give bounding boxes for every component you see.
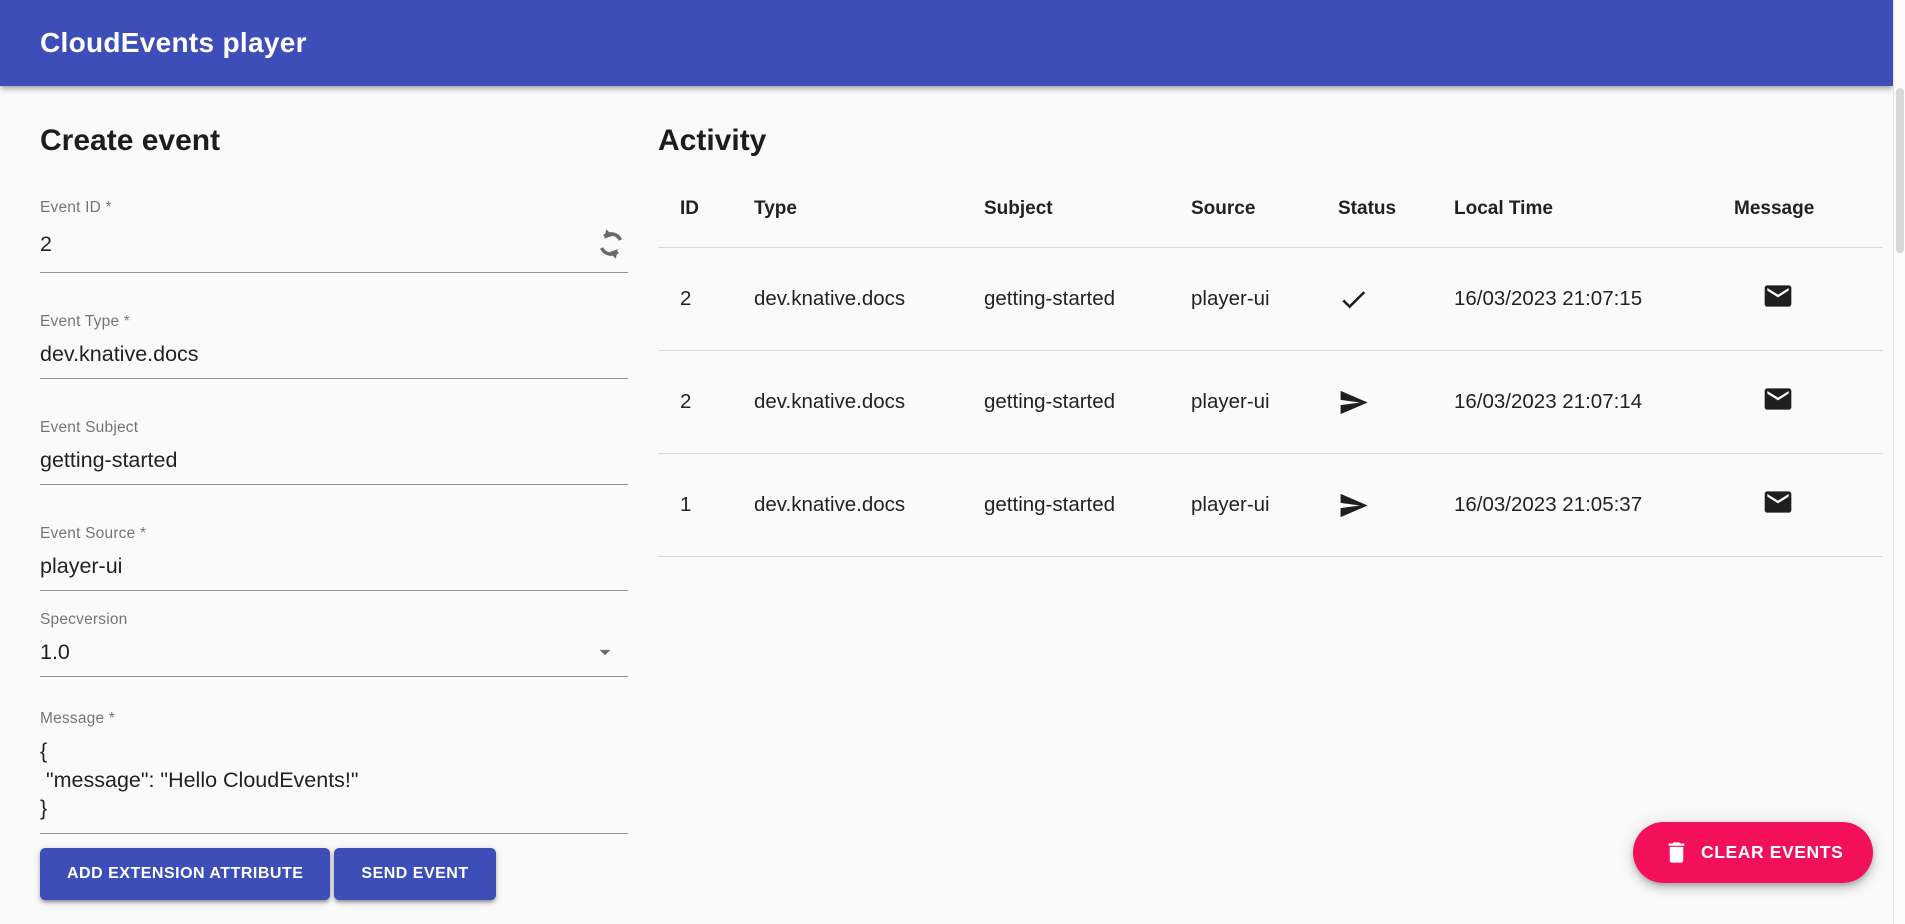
col-header-type: Type (754, 198, 984, 220)
clear-events-label: CLEAR EVENTS (1701, 842, 1843, 863)
chevron-down-icon (592, 639, 618, 665)
event-type-label: Event Type * (40, 313, 628, 331)
cell-type: dev.knative.docs (754, 390, 984, 414)
cell-subject: getting-started (984, 287, 1191, 311)
activity-panel: Activity ID Type Subject Source Status L… (658, 86, 1883, 900)
send-icon (1338, 490, 1369, 521)
cell-subject: getting-started (984, 493, 1191, 517)
specversion-label: Specversion (40, 611, 628, 629)
event-type-field: Event Type * dev.knative.docs (40, 313, 628, 379)
status-cell (1338, 284, 1454, 315)
cell-source: player-ui (1191, 287, 1338, 311)
create-event-panel: Create event Event ID * 2 E (40, 86, 628, 900)
check-icon (1338, 284, 1369, 315)
status-cell (1338, 490, 1454, 521)
sync-icon[interactable] (594, 227, 628, 261)
col-header-id: ID (680, 198, 754, 220)
col-header-subject: Subject (984, 198, 1191, 220)
col-header-source: Source (1191, 198, 1338, 220)
send-event-button[interactable]: SEND EVENT (334, 848, 495, 900)
event-type-input[interactable]: dev.knative.docs (40, 342, 628, 367)
table-row: 2 dev.knative.docs getting-started playe… (658, 248, 1883, 351)
event-id-label: Event ID * (40, 199, 628, 217)
cell-id: 2 (680, 390, 754, 414)
cell-local-time: 16/03/2023 21:05:37 (1454, 493, 1734, 517)
table-row: 1 dev.knative.docs getting-started playe… (658, 454, 1883, 557)
event-subject-field: Event Subject getting-started (40, 419, 628, 485)
event-source-input[interactable]: player-ui (40, 554, 628, 579)
cell-local-time: 16/03/2023 21:07:14 (1454, 390, 1734, 414)
specversion-value: 1.0 (40, 640, 592, 665)
event-id-field: Event ID * 2 (40, 199, 628, 273)
cell-id: 1 (680, 493, 754, 517)
activity-heading: Activity (658, 123, 1883, 159)
event-source-label: Event Source * (40, 525, 628, 543)
email-icon[interactable] (1762, 383, 1794, 415)
activity-table: ID Type Subject Source Status Local Time… (658, 170, 1883, 557)
table-row: 2 dev.knative.docs getting-started playe… (658, 351, 1883, 454)
specversion-select[interactable]: 1.0 (40, 633, 628, 677)
app-title: CloudEvents player (40, 27, 307, 59)
clear-events-button[interactable]: CLEAR EVENTS (1633, 822, 1873, 883)
event-source-field: Event Source * player-ui (40, 525, 628, 591)
add-extension-attribute-button[interactable]: ADD EXTENSION ATTRIBUTE (40, 848, 330, 900)
table-header-row: ID Type Subject Source Status Local Time… (658, 170, 1883, 248)
vertical-scrollbar[interactable] (1893, 0, 1905, 924)
email-icon[interactable] (1762, 280, 1794, 312)
event-subject-label: Event Subject (40, 419, 628, 437)
cell-id: 2 (680, 287, 754, 311)
cell-subject: getting-started (984, 390, 1191, 414)
send-icon (1338, 387, 1369, 418)
create-event-heading: Create event (40, 123, 628, 159)
form-actions: ADD EXTENSION ATTRIBUTE SEND EVENT (40, 848, 628, 900)
email-icon[interactable] (1762, 486, 1794, 518)
trash-icon (1663, 839, 1690, 866)
col-header-message: Message (1734, 198, 1883, 220)
col-header-status: Status (1338, 198, 1454, 220)
message-label: Message * (40, 710, 628, 728)
status-cell (1338, 387, 1454, 418)
cell-type: dev.knative.docs (754, 493, 984, 517)
col-header-local-time: Local Time (1454, 198, 1734, 220)
cell-local-time: 16/03/2023 21:07:15 (1454, 287, 1734, 311)
message-textarea[interactable]: { "message": "Hello CloudEvents!" } (40, 732, 628, 834)
event-id-input[interactable]: 2 (40, 232, 594, 257)
cell-type: dev.knative.docs (754, 287, 984, 311)
main-content: Create event Event ID * 2 E (0, 86, 1893, 900)
cell-source: player-ui (1191, 493, 1338, 517)
scrollbar-thumb[interactable] (1896, 88, 1904, 253)
event-subject-input[interactable]: getting-started (40, 448, 628, 473)
cell-source: player-ui (1191, 390, 1338, 414)
app-bar: CloudEvents player (0, 0, 1893, 86)
message-field: Message * { "message": "Hello CloudEvent… (40, 710, 628, 834)
specversion-field: Specversion 1.0 (40, 611, 628, 677)
